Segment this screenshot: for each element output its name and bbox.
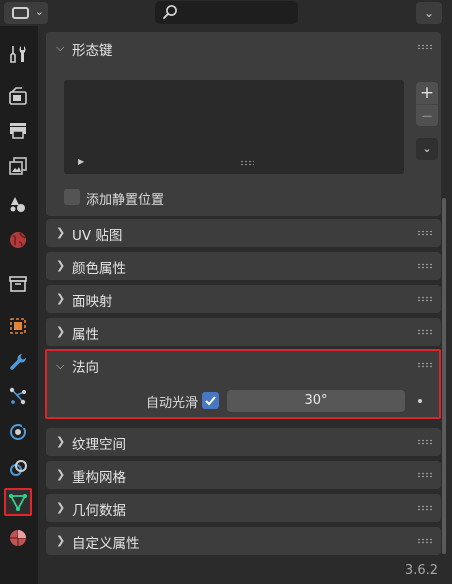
tab-object[interactable]	[6, 314, 30, 338]
chevron-right-icon: ❯	[56, 534, 66, 547]
list-resize-handle[interactable]	[240, 160, 254, 166]
drag-handle-icon[interactable]	[417, 263, 433, 269]
panel-title: 形态键	[72, 43, 113, 59]
chevron-down-icon: ⌄	[422, 142, 432, 155]
mesh-triangle-icon	[9, 494, 27, 511]
box-icon	[9, 276, 27, 292]
drag-handle-icon[interactable]	[417, 230, 433, 236]
tab-output[interactable]	[6, 118, 30, 142]
shape-keys-header[interactable]: ⌵ 形态键	[46, 32, 441, 62]
tab-scene[interactable]	[6, 192, 30, 216]
expand-filter-icon[interactable]: ▶	[78, 157, 84, 166]
chevron-down-icon: ⌄	[34, 5, 44, 18]
panel-title: 属性	[72, 327, 99, 343]
chevron-right-icon: ❯	[56, 435, 66, 448]
globe-icon	[10, 232, 26, 248]
panel-title: 面映射	[72, 294, 113, 310]
editor-type-dropdown[interactable]: ⌄	[4, 2, 48, 24]
drag-handle-icon[interactable]	[417, 538, 433, 544]
add-shape-key-button[interactable]: +	[416, 82, 438, 104]
chevron-right-icon: ❯	[56, 292, 66, 305]
chevron-down-icon: ⌵	[56, 41, 65, 54]
version-label: 3.6.2	[404, 563, 438, 578]
uv-maps-panel-header[interactable]: ❯ UV 贴图	[46, 219, 441, 247]
material-sphere-icon	[10, 530, 26, 546]
tab-particles[interactable]	[6, 384, 30, 408]
render-camera-icon	[9, 87, 27, 105]
tool-icon	[10, 46, 26, 63]
texture-space-panel-header[interactable]: ❯ 纹理空间	[46, 428, 441, 456]
geometry-data-panel-header[interactable]: ❯ 几何数据	[46, 494, 441, 522]
face-maps-panel-header[interactable]: ❯ 面映射	[46, 285, 441, 313]
shape-key-list[interactable]: ▶	[64, 80, 404, 174]
tab-constraints[interactable]	[6, 456, 30, 480]
drag-handle-icon[interactable]	[417, 505, 433, 511]
chevron-down-icon: ⌄	[423, 6, 435, 20]
panel-title: 几何数据	[72, 503, 126, 519]
panel-title: UV 贴图	[72, 228, 123, 244]
shape-key-specials-button[interactable]: ⌄	[416, 138, 438, 160]
properties-editor-icon	[12, 7, 29, 19]
chevron-right-icon: ❯	[56, 501, 66, 514]
image-stack-icon	[9, 157, 27, 175]
shape-keys-panel: ⌵ 形态键 ▶ + − ⌄ 添加静置位置	[46, 32, 441, 216]
tab-data[interactable]	[4, 488, 32, 516]
panel-title: 重构网格	[72, 470, 126, 486]
properties-tab-bar	[0, 26, 38, 584]
drag-handle-icon[interactable]	[417, 296, 433, 302]
drag-handle-icon[interactable]	[417, 329, 433, 335]
relative-label: 添加静置位置	[86, 193, 165, 208]
tab-world[interactable]	[6, 228, 30, 252]
panel-title: 颜色属性	[72, 261, 126, 277]
chevron-right-icon: ❯	[56, 325, 66, 338]
panel-title: 纹理空间	[72, 437, 126, 453]
relative-checkbox[interactable]	[64, 189, 80, 205]
chevron-right-icon: ❯	[56, 468, 66, 481]
drag-handle-icon[interactable]	[417, 439, 433, 445]
options-dropdown-button[interactable]: ⌄	[416, 2, 442, 24]
normals-highlight-box	[45, 349, 441, 419]
scrollbar[interactable]	[442, 198, 446, 554]
tab-physics[interactable]	[6, 420, 30, 444]
drag-handle-icon[interactable]	[417, 44, 433, 50]
tab-tool[interactable]	[6, 42, 30, 66]
custom-properties-panel-header[interactable]: ❯ 自定义属性	[46, 527, 441, 555]
tab-render[interactable]	[6, 84, 30, 108]
color-attributes-panel-header[interactable]: ❯ 颜色属性	[46, 252, 441, 280]
properties-panel: ⌵ 形态键 ▶ + − ⌄ 添加静置位置 ❯ UV 贴图 ❯ 颜色属性 ❯ 面映…	[38, 26, 452, 584]
particles-icon	[9, 387, 26, 405]
tab-collection[interactable]	[6, 272, 30, 296]
remove-shape-key-button[interactable]: −	[416, 104, 438, 126]
shape-key-add-remove: + −	[416, 82, 438, 126]
wrench-icon	[10, 354, 26, 370]
object-cube-icon	[10, 318, 26, 334]
panel-title: 自定义属性	[72, 536, 140, 552]
printer-icon	[10, 123, 26, 139]
constraint-icon	[10, 460, 27, 476]
physics-orbit-icon	[10, 424, 26, 440]
tab-view-layer[interactable]	[6, 154, 30, 178]
search-input[interactable]	[155, 1, 298, 24]
scene-icon	[10, 197, 25, 212]
attributes-panel-header[interactable]: ❯ 属性	[46, 318, 441, 346]
drag-handle-icon[interactable]	[417, 472, 433, 478]
chevron-right-icon: ❯	[56, 259, 66, 272]
properties-header: ⌄ ⌄	[0, 0, 452, 26]
chevron-right-icon: ❯	[56, 226, 66, 239]
tab-modifiers[interactable]	[6, 350, 30, 374]
search-icon	[163, 5, 177, 19]
tab-material[interactable]	[6, 526, 30, 550]
remesh-panel-header[interactable]: ❯ 重构网格	[46, 461, 441, 489]
